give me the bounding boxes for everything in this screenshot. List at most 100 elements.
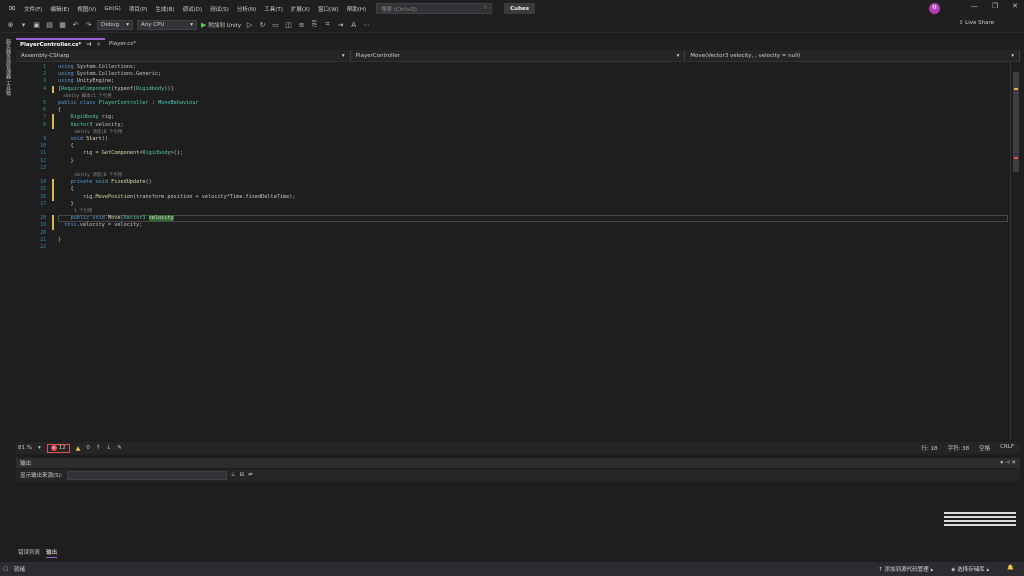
menu-build[interactable]: 生成(B) bbox=[151, 5, 178, 13]
tab-playercontroller[interactable]: PlayerController.cs* ⊣ ✕ bbox=[16, 38, 105, 49]
visual-studio-logo-icon[interactable]: ∞ bbox=[4, 3, 20, 15]
minimize-icon[interactable]: — bbox=[971, 2, 978, 10]
error-count-badge[interactable]: ✕ 12 bbox=[46, 443, 70, 453]
menu-edit[interactable]: 编辑(E) bbox=[46, 5, 73, 13]
menu-file[interactable]: 文件(F) bbox=[20, 5, 46, 13]
line-number: 9 bbox=[43, 137, 46, 142]
member-dropdown[interactable]: Move(Vector3 velocity, , velocity = null… bbox=[685, 50, 1021, 61]
code-line: [RequireComponent(typeof(Rigidbody))] bbox=[58, 85, 174, 92]
search-input[interactable]: 搜索 (Ctrl+Q) ⌕ bbox=[376, 3, 493, 14]
member-name: Move(Vector3 velocity, , velocity = null… bbox=[690, 52, 801, 59]
arrow-down-icon[interactable]: ↓ bbox=[106, 445, 111, 451]
chevron-down-icon[interactable]: ▾ bbox=[38, 445, 41, 451]
cursor-info: 行: 18 字符: 38 空格 CRLF bbox=[921, 444, 1014, 452]
side-tool-tabs[interactable]: 服务器资源管理器 工具箱 bbox=[5, 39, 12, 96]
output-body[interactable] bbox=[16, 482, 1020, 546]
font-size-icon[interactable]: A bbox=[349, 21, 358, 29]
close-icon[interactable]: ✕ bbox=[1012, 2, 1018, 10]
breakpoint-icon[interactable]: ◫ bbox=[284, 21, 293, 29]
live-share-button[interactable]: ⇪ Live Share bbox=[959, 20, 994, 26]
line-number: 19 bbox=[40, 223, 46, 229]
word-wrap-icon[interactable]: ⇌ bbox=[248, 472, 253, 478]
code-editor[interactable]: 1 2 3 4 5 6 7 8 9 10 11 12 13 14 15 16 17 18 19 20 21 22 usin… bbox=[16, 62, 1008, 440]
search-icon: ⌕ bbox=[484, 5, 488, 11]
line-number-gutter: 1 2 3 4 5 6 7 8 9 10 11 12 13 14 15 16 17 18 19 20 21 22 bbox=[16, 62, 56, 440]
menu-view[interactable]: 视图(V) bbox=[73, 5, 100, 13]
menu-extensions[interactable]: 扩展(X) bbox=[287, 5, 314, 13]
menu-git[interactable]: Git(G) bbox=[100, 6, 125, 12]
document-tabs: PlayerController.cs* ⊣ ✕ Player.cs* bbox=[16, 37, 1024, 49]
chevron-down-icon: ▾ bbox=[190, 21, 193, 28]
account-avatar[interactable]: 林 bbox=[929, 3, 940, 14]
panel-controls-icon[interactable]: ▾ ⊣ ✕ bbox=[1000, 460, 1016, 466]
menu-debug[interactable]: 调试(D) bbox=[179, 5, 207, 13]
arrow-up-icon[interactable]: ↑ bbox=[96, 445, 101, 451]
whitespace-mode[interactable]: 空格 bbox=[979, 444, 990, 452]
zoom-level[interactable]: 81 % bbox=[18, 445, 32, 451]
hot-reload-icon[interactable]: ↻ bbox=[258, 21, 267, 29]
notifications-icon[interactable]: 🔔 bbox=[1007, 565, 1014, 573]
attach-unity-button[interactable]: ▶ 附加到 Unity bbox=[201, 21, 241, 29]
tab-player[interactable]: Player.cs* bbox=[105, 38, 140, 49]
warning-icon[interactable]: ▲ bbox=[76, 445, 81, 452]
chevron-down-icon: ▾ bbox=[676, 52, 680, 59]
codelens-hint[interactable]: ⊙Unity 消息|0 个引用 bbox=[58, 172, 122, 179]
code-line: using System.Collections; bbox=[58, 64, 137, 70]
comment-icon[interactable]: ⌗ bbox=[323, 20, 332, 29]
codelens-hint[interactable]: 1 个引用 bbox=[58, 208, 92, 215]
menu-analyze[interactable]: 分析(N) bbox=[233, 5, 260, 13]
pin-icon[interactable]: ⊣ bbox=[86, 42, 91, 48]
menu-window[interactable]: 窗口(W) bbox=[314, 5, 343, 13]
menu-tools[interactable]: 工具(T) bbox=[260, 5, 287, 13]
toolbar-more-icon[interactable]: ⋯ bbox=[362, 21, 371, 29]
output-source-select[interactable] bbox=[66, 470, 227, 480]
line-number: 6 bbox=[43, 108, 46, 114]
open-file-icon[interactable]: ▣ bbox=[32, 21, 41, 29]
line-indicator[interactable]: 行: 18 bbox=[921, 444, 937, 452]
config-select[interactable]: Debug ▾ bbox=[97, 19, 133, 30]
warning-count[interactable]: 0 bbox=[86, 445, 90, 451]
platform-select[interactable]: Any CPU ▾ bbox=[137, 19, 197, 30]
line-number: 2 bbox=[43, 72, 46, 78]
code-cleanup-icon[interactable]: ✎ bbox=[117, 445, 122, 451]
line-ending[interactable]: CRLF bbox=[1000, 444, 1014, 452]
class-dropdown[interactable]: PlayerController ▾ bbox=[351, 50, 686, 61]
redo-icon[interactable]: ↷ bbox=[84, 21, 93, 29]
bookmark-icon[interactable]: ⎘ bbox=[310, 20, 319, 29]
browser-icon[interactable]: ▭ bbox=[271, 21, 280, 29]
restore-icon[interactable]: ❐ bbox=[992, 2, 998, 10]
find-message-icon[interactable]: ⊥ bbox=[231, 472, 236, 478]
tab-output[interactable]: 输出 bbox=[46, 548, 58, 558]
close-tab-icon[interactable]: ✕ bbox=[96, 42, 101, 48]
ready-icon: ▢ bbox=[3, 566, 9, 572]
navigation-bar: Assembly-CSharp ▾ PlayerController ▾ Mov… bbox=[16, 50, 1021, 62]
menu-project[interactable]: 项目(P) bbox=[125, 5, 152, 13]
code-line: Rigidbody rig; bbox=[70, 114, 115, 121]
codelens-hint[interactable]: ⊙Unity 消息|0 个引用 bbox=[58, 129, 122, 136]
char-indicator[interactable]: 字符: 38 bbox=[947, 444, 969, 452]
code-area[interactable]: using System.Collections; using System.Co… bbox=[58, 62, 1008, 440]
add-source-control-button[interactable]: ↑ 添加到源代码管理 ▴ bbox=[878, 565, 933, 573]
back-forward-icon[interactable]: ⊕ bbox=[6, 21, 15, 29]
project-dropdown[interactable]: Assembly-CSharp ▾ bbox=[16, 50, 351, 61]
save-icon[interactable]: ▤ bbox=[45, 21, 54, 29]
undo-icon[interactable]: ↶ bbox=[71, 21, 80, 29]
code-line: { bbox=[58, 143, 74, 150]
codelens-hint[interactable]: ⊙Unity 脚本|1 个引用 bbox=[58, 93, 111, 100]
play-outline-icon[interactable]: ▷ bbox=[245, 21, 254, 29]
menu-test[interactable]: 测试(S) bbox=[206, 5, 233, 13]
clear-all-icon[interactable]: ⊟ bbox=[239, 472, 244, 478]
tab-error-list[interactable]: 错误列表 bbox=[18, 548, 40, 558]
status-bar: ▢ 就绪 ↑ 添加到源代码管理 ▴ ◈ 选择存储库 ▴ 🔔 bbox=[0, 562, 1024, 576]
tab-label: PlayerController.cs* bbox=[20, 41, 82, 48]
indent-icon[interactable]: ⇥ bbox=[336, 21, 345, 29]
config-value: Debug bbox=[101, 21, 120, 28]
new-item-icon[interactable]: ▾ bbox=[19, 21, 28, 29]
source-control-label: 添加到源代码管理 bbox=[884, 567, 929, 573]
editor-scrollbar[interactable] bbox=[1010, 62, 1020, 440]
format-icon[interactable]: ≡ bbox=[297, 21, 306, 29]
save-all-icon[interactable]: ▦ bbox=[58, 21, 67, 29]
solution-name-badge: Cubes bbox=[504, 3, 536, 14]
select-repo-button[interactable]: ◈ 选择存储库 ▴ bbox=[951, 565, 989, 573]
menu-help[interactable]: 帮助(H) bbox=[343, 5, 370, 13]
